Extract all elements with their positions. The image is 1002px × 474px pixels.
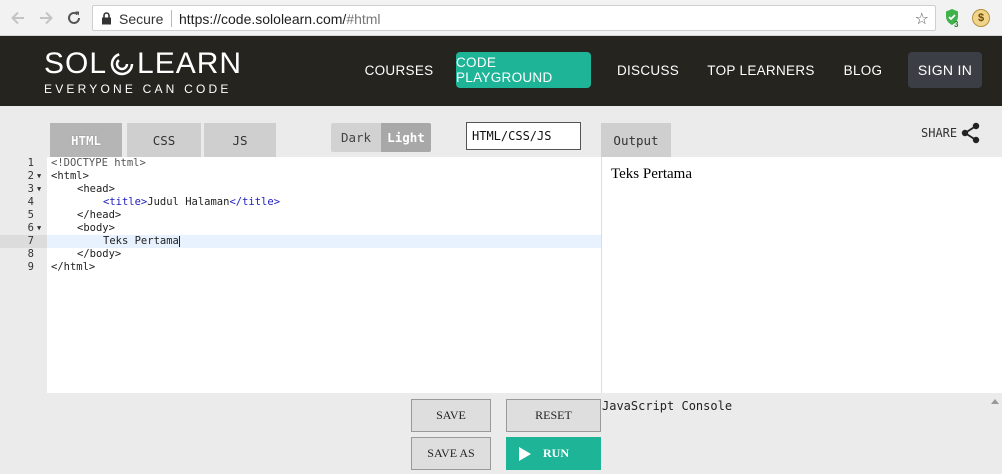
line-number: 7 [27,235,34,247]
fold-arrow-icon[interactable]: ▼ [37,170,41,183]
nav-code-playground[interactable]: CODE PLAYGROUND [456,52,591,88]
line-number: 5 [27,209,34,221]
code-line[interactable]: 4 <title>Judul Halaman</title> [0,196,601,209]
share-button[interactable]: SHARE [921,122,981,144]
line-number: 8 [27,248,34,260]
site-header: SOL LEARN EVERYONE CAN CODE COURSES CODE… [0,36,1002,106]
reload-icon[interactable] [62,6,86,30]
code-content: Judul Halaman [147,196,230,208]
code-line[interactable]: 6 ▼ <body> [0,222,601,235]
code-text: Teks Pertama [103,235,180,248]
theme-dark-button[interactable]: Dark [331,123,381,152]
logo-text-left: SOL [44,47,108,80]
url-text[interactable]: https://code.sololearn.com/#html [179,11,381,27]
logo-text-right: LEARN [137,47,243,80]
secure-label: Secure [119,11,164,27]
code-text: <head> [77,183,115,195]
code-line[interactable]: 2 ▼ <html> [0,170,601,183]
lock-icon [101,12,112,30]
code-text: <title>Judul Halaman</title> [103,196,280,209]
browser-chrome: Secure https://code.sololearn.com/#html … [0,0,1002,36]
bookmark-star-icon[interactable]: ☆ [915,9,929,29]
run-label: RUN [543,446,569,460]
run-button[interactable]: RUN [506,437,601,470]
javascript-console[interactable]: JavaScript Console [601,393,1002,474]
tab-css[interactable]: CSS [127,123,201,157]
nav-discuss[interactable]: DISCUSS [608,52,688,88]
code-text: <body> [77,222,115,234]
coin-extension-icon[interactable]: $ [972,9,990,27]
code-line[interactable]: 1 <!DOCTYPE html> [0,157,601,170]
code-tag: </title> [229,196,281,208]
code-text: </html> [51,261,96,273]
code-tag: <title> [103,196,148,208]
nav-blog[interactable]: BLOG [836,52,890,88]
code-editor[interactable]: 1 <!DOCTYPE html> 2 ▼ <html> 3 ▼ <head> … [0,157,601,393]
nav-top-learners[interactable]: TOP LEARNERS [704,52,818,88]
code-text: </body> [77,248,122,260]
share-label: SHARE [921,126,958,140]
line-number: 9 [27,261,34,273]
logo-tagline: EVERYONE CAN CODE [44,82,232,96]
sololearn-logo[interactable]: SOL LEARN EVERYONE CAN CODE [44,47,243,97]
back-arrow-icon[interactable] [6,6,30,30]
scroll-up-arrow-icon[interactable] [991,399,999,404]
reset-button[interactable]: RESET [506,399,601,432]
fold-arrow-icon[interactable]: ▼ [37,222,41,235]
play-icon [519,446,531,461]
code-line[interactable]: 3 ▼ <head> [0,183,601,196]
code-line[interactable]: 9 </html> [0,261,601,274]
line-number: 2 [27,170,34,182]
output-panel: Teks Pertama [601,157,1002,393]
code-text: <!DOCTYPE html> [51,157,146,169]
line-number: 4 [27,196,34,208]
sign-in-button[interactable]: SIGN IN [908,52,982,88]
code-text: <html> [51,170,89,182]
tab-html[interactable]: HTML [50,123,122,157]
nav-courses[interactable]: COURSES [358,52,440,88]
url-main: https://code.sololearn.com/ [179,11,347,27]
theme-light-button[interactable]: Light [381,123,431,152]
line-number: 1 [27,157,34,169]
code-line[interactable]: 5 </head> [0,209,601,222]
text-cursor [178,235,180,247]
language-selector[interactable]: HTML/CSS/JS [466,122,581,150]
share-icon [961,122,980,144]
line-number: 6 [27,222,34,234]
extension-badge: 3 [954,20,959,29]
forward-arrow-icon[interactable] [34,6,58,30]
console-label: JavaScript Console [602,399,733,413]
code-line[interactable]: 8 </body> [0,248,601,261]
code-line-active[interactable]: 7 Teks Pertama [0,235,601,248]
save-as-button[interactable]: SAVE AS [411,437,491,470]
url-hash: #html [346,11,381,27]
logo-swirl-icon [110,52,134,76]
line-number: 3 [27,183,34,195]
tab-js[interactable]: JS [204,123,276,157]
fold-arrow-icon[interactable]: ▼ [37,183,41,196]
output-text: Teks Pertama [611,166,693,182]
code-content: Teks Pertama [103,235,179,247]
shield-extension-icon[interactable]: 3 [944,8,960,31]
address-bar[interactable]: Secure https://code.sololearn.com/#html … [92,5,936,31]
tab-output[interactable]: Output [601,123,671,157]
theme-toggle: Dark Light [331,123,431,152]
playground-workspace: HTML CSS JS Dark Light HTML/CSS/JS Outpu… [0,106,1002,474]
save-button[interactable]: SAVE [411,399,491,432]
address-separator [171,10,172,27]
code-text: </head> [77,209,122,221]
